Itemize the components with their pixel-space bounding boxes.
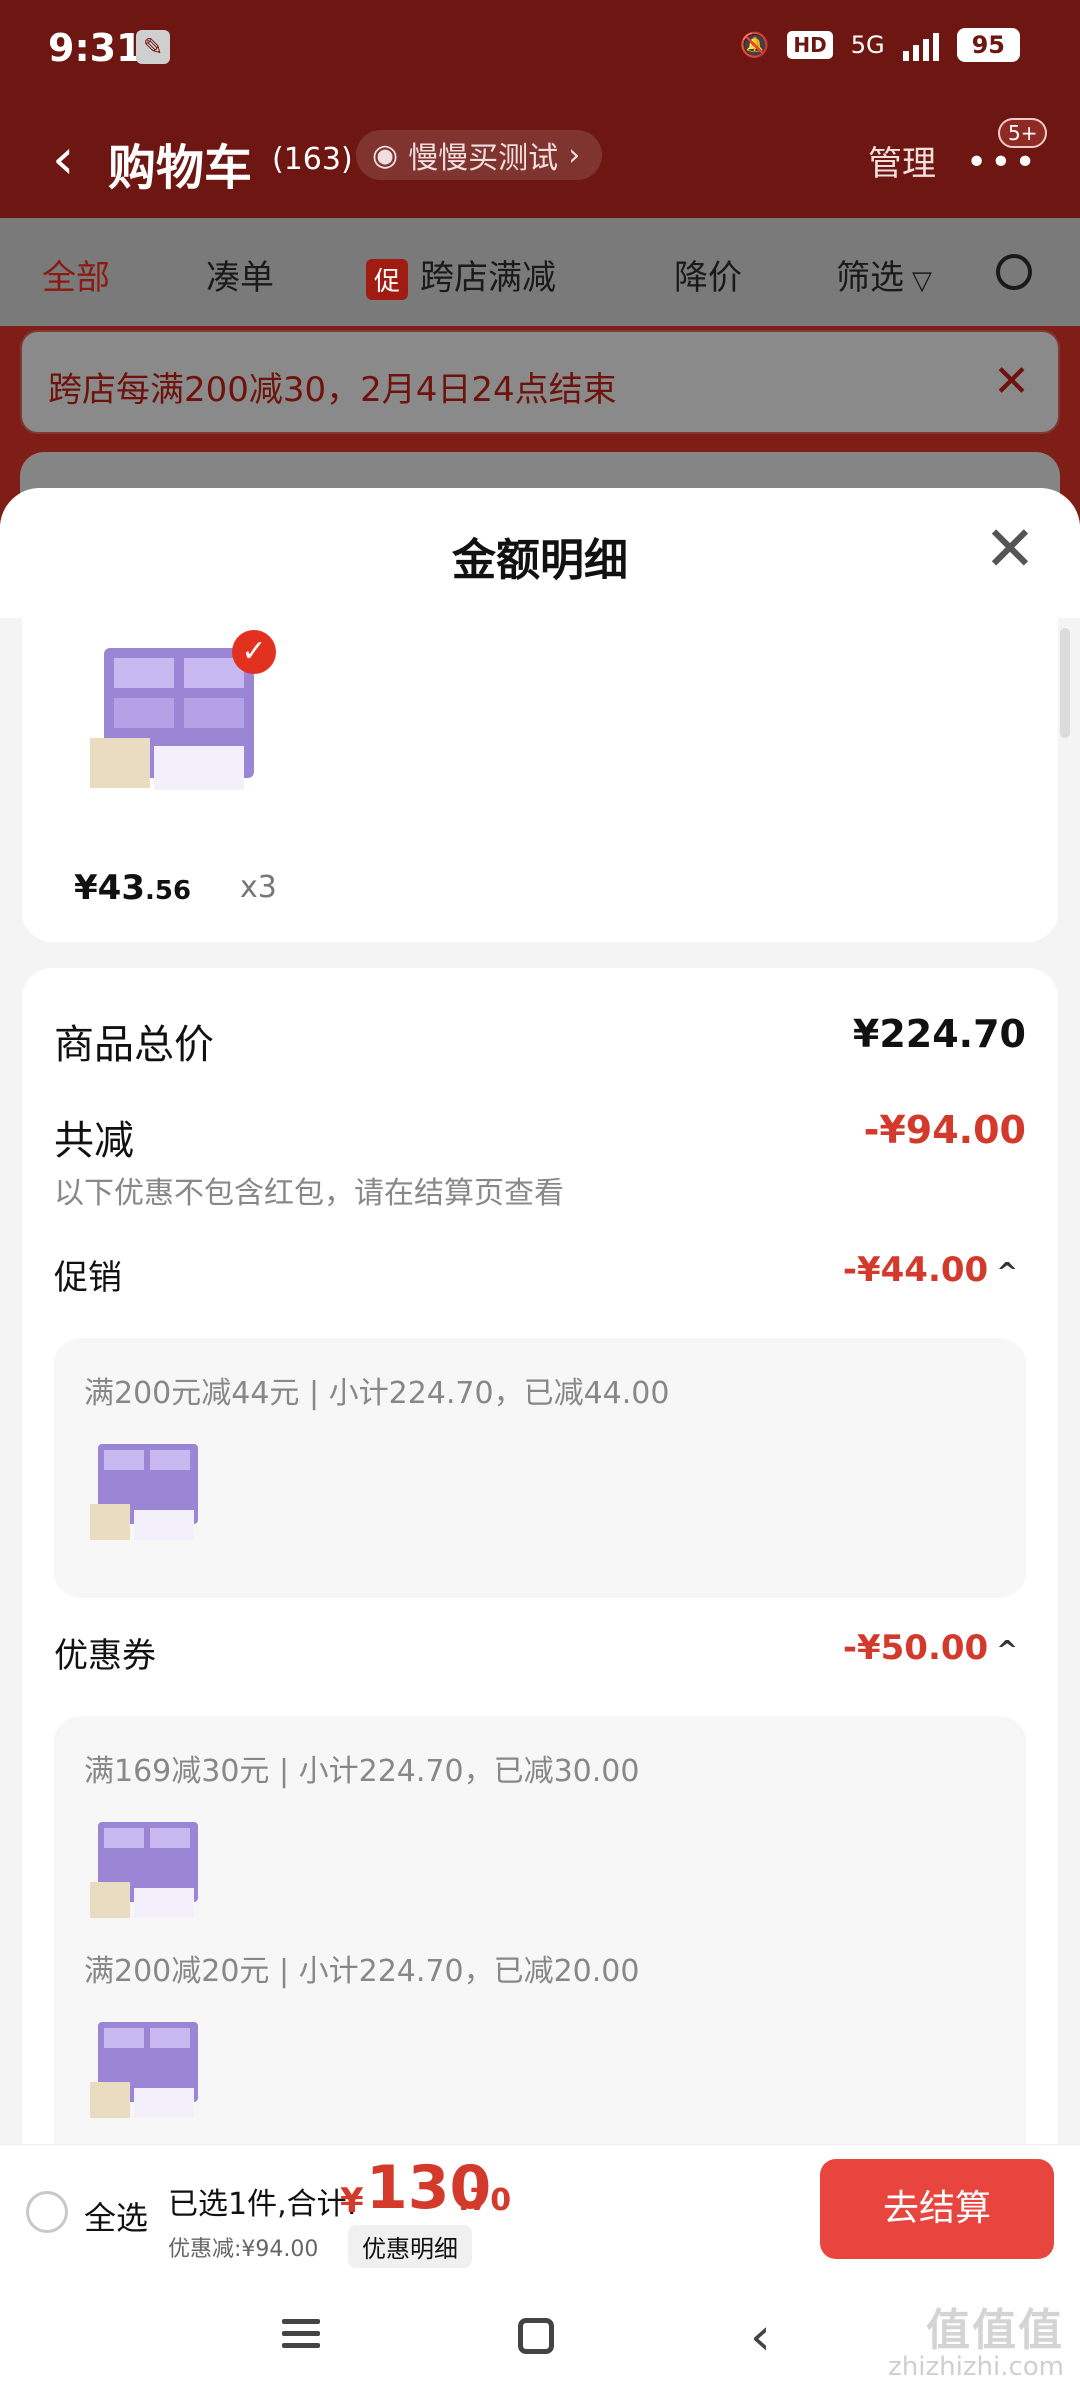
status-bar: 9:31 ✎ 🔕 HD 5G 95 [0,0,1080,100]
sheet-close-icon[interactable]: ✕ [984,518,1036,580]
watermark: 值值值 zhizhizhi.com [888,2309,1064,2383]
coupon-label: 优惠券 [54,1636,156,1676]
promo-detail-box: 满200元减44元 | 小计224.70，已减44.00 [54,1338,1026,1598]
cart-header: ‹ 购物车 (163) ◉ 慢慢买测试 › 管理 ••• 5+ [0,100,1080,218]
sheet-header: 金额明细 ✕ [0,488,1080,618]
promo-toggle[interactable]: -¥44.00 ^ [843,1250,1018,1290]
hd-icon: HD [787,31,833,59]
amount-breakdown: 商品总价 ¥224.70 共减 -¥94.00 以下优惠不包含红包，请在结算页查… [22,968,1058,2144]
tab-price-drop[interactable]: 降价 [674,250,742,299]
watermark-top: 值值值 [926,2305,1064,2356]
tab-filter-label: 筛选 [836,258,904,298]
total-label: 商品总价 [54,1022,214,1068]
scrollbar[interactable] [1060,628,1070,738]
test-pill[interactable]: ◉ 慢慢买测试 › [356,130,603,180]
more-badge: 5+ [998,118,1048,148]
coupon-value: -¥50.00 [842,1628,989,1668]
select-all-label[interactable]: 全选 [84,2193,148,2239]
tab-bundle[interactable]: 凑单 [206,250,274,299]
back-nav-icon[interactable]: ‹ [750,2311,800,2363]
total-currency: ¥ [340,2181,364,2221]
menu-icon[interactable] [282,2312,332,2362]
tab-all[interactable]: 全部 [42,250,110,299]
filter-bar: 全部 凑单 促跨店满减 降价 筛选 ▽ [0,218,1080,326]
tissue-thumb [90,2022,198,2118]
page-title: 购物车 [108,140,253,196]
notice-close-icon[interactable]: ✕ [993,356,1030,407]
status-time: 9:31 [48,26,143,70]
notice-text: 跨店每满200减30，2月4日24点结束 [48,370,617,410]
battery-icon: 95 [956,28,1020,62]
chevron-up-icon: ^ [996,1636,1018,1666]
total-value: ¥224.70 [852,1012,1026,1056]
reduce-note: 以下优惠不包含红包，请在结算页查看 [54,1176,564,1211]
product-price: ¥43.56 [74,868,191,908]
status-icons: 🔕 HD 5G 95 [739,28,1020,62]
network-label: 5G [850,31,885,59]
price-int: ¥43 [74,868,145,908]
reduce-label: 共减 [54,1118,134,1164]
discount-summary: 优惠减:¥94.00 [168,2237,319,2262]
select-all-radio[interactable] [26,2191,68,2233]
home-icon[interactable] [518,2318,554,2354]
promo-label: 促销 [54,1258,122,1298]
checkout-button[interactable]: 去结算 [820,2159,1054,2259]
test-label: 慢慢买测试 [408,141,559,176]
chevron-up-icon: ^ [996,1258,1018,1288]
coupon-detail-1: 满169减30元 | 小计224.70，已减30.00 [84,1754,640,1789]
checkout-bar: 全选 已选1件,合计: ¥ 130 .70 优惠减:¥94.00 优惠明细 去结… [0,2144,1080,2272]
selected-product-card: ✓ ¥43.56 x3 [22,618,1058,942]
cart-count: (163) [272,142,353,177]
wrench-icon: ✎ [136,30,170,64]
eye-icon: ◉ [372,137,399,173]
coupon-detail-2: 满200减20元 | 小计224.70，已减20.00 [84,1954,640,1989]
total-dec: .70 [458,2183,512,2218]
tab-cross-store-label: 跨店满减 [420,258,557,298]
price-dec: .56 [144,876,192,906]
manage-button[interactable]: 管理 [868,136,936,185]
product-quantity: x3 [240,870,277,905]
signal-icon [902,29,939,61]
search-icon[interactable] [996,254,1032,290]
promo-badge: 促 [366,259,409,300]
tissue-thumb [90,1822,198,1918]
chevron-right-icon: › [568,137,581,173]
more-icon[interactable]: ••• [966,142,1039,183]
reduce-value: -¥94.00 [863,1108,1026,1152]
tab-cross-store[interactable]: 促跨店满减 [366,250,556,300]
watermark-bottom: zhizhizhi.com [888,2352,1064,2382]
checked-icon[interactable]: ✓ [232,630,276,674]
discount-detail-button[interactable]: 优惠明细 [348,2225,472,2268]
tab-filter[interactable]: 筛选 ▽ [836,250,932,299]
coupon-detail-box: 满169减30元 | 小计224.70，已减30.00 满200减20元 | 小… [54,1716,1026,2144]
amount-detail-sheet: 金额明细 ✕ ✓ ¥43.56 x3 商品总价 ¥224.70 共减 -¥94.… [0,488,1080,2144]
selected-summary: 已选1件,合计: [168,2187,357,2222]
coupon-toggle[interactable]: -¥50.00 ^ [843,1628,1018,1668]
tissue-thumb [90,1444,198,1540]
promo-detail: 满200元减44元 | 小计224.70，已减44.00 [84,1376,670,1411]
back-icon[interactable]: ‹ [52,132,74,188]
filter-icon: ▽ [912,266,932,296]
sheet-title: 金额明细 [452,535,628,586]
mute-icon: 🔕 [739,31,770,59]
promo-notice: 跨店每满200减30，2月4日24点结束 ✕ [20,330,1060,434]
system-nav-bar: ‹ 值值值 zhizhizhi.com [0,2272,1080,2400]
promo-value: -¥44.00 [842,1250,989,1290]
